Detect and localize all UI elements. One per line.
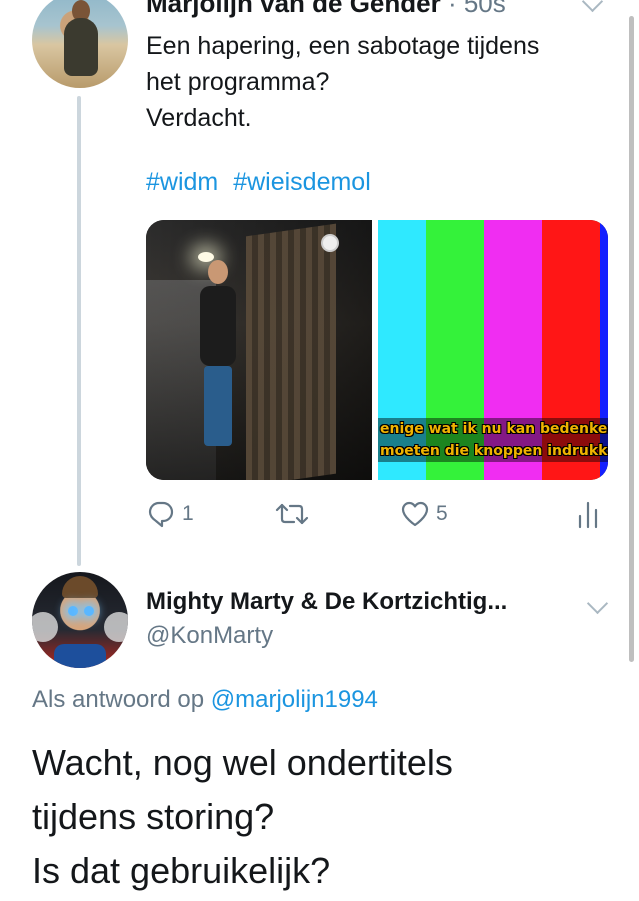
broadcaster-logo-icon [321, 234, 339, 252]
tweet-text-line: Verdacht. [146, 104, 252, 132]
reply-count: 1 [182, 502, 194, 525]
avatar-eye [84, 606, 94, 616]
hashtag-list: #widm #wieisdemol [146, 168, 371, 197]
avatar-hair [62, 576, 98, 598]
reply-prefix: Als antwoord op [32, 686, 205, 713]
retweet-button[interactable] [274, 496, 310, 532]
tweet-thread-view: Marjolijn van de Gender · 50s Een haperi… [0, 0, 639, 901]
like-count: 5 [436, 502, 448, 525]
tweet-text-line: tijdens storing? [32, 796, 275, 837]
tweet-text: Een hapering, een sabotage tijdens het p… [146, 28, 616, 136]
like-button[interactable]: 5 [400, 496, 448, 532]
retweet-icon [275, 503, 309, 525]
media-photo-corridor[interactable] [146, 220, 372, 480]
media-headlamp [198, 252, 214, 262]
tweet-text-line: Wacht, nog wel ondertitels [32, 742, 453, 783]
subtitle-line: enige wat ik nu kan bedenken i [378, 418, 608, 440]
reply-author-avatar[interactable] [32, 572, 128, 668]
reply-mention-link[interactable]: @marjolijn1994 [211, 686, 378, 713]
hashtag-link[interactable]: #wieisdemol [233, 168, 371, 196]
tweet-actions: 1 5 [146, 496, 616, 532]
thread-connector-line [77, 96, 81, 566]
reply-author-handle[interactable]: @KonMarty [146, 622, 273, 650]
chevron-down-icon[interactable] [586, 592, 609, 615]
tweet-text-line: Een hapering, een sabotage tijdens [146, 32, 540, 60]
reply-tweet-text: Wacht, nog wel ondertitels tijdens stori… [32, 736, 453, 898]
heart-icon [401, 501, 429, 527]
avatar-smoke [104, 612, 128, 642]
reply-context: Als antwoord op @marjolijn1994 [32, 686, 378, 714]
tweet-header: Marjolijn van de Gender · 50s [146, 0, 506, 19]
tweet-media[interactable]: enige wat ik nu kan bedenken i moeten di… [146, 220, 608, 480]
avatar-shirt [54, 644, 106, 668]
subtitle-line: moeten die knoppen indrukken [378, 440, 608, 462]
hashtag-link[interactable]: #widm [146, 168, 218, 196]
author-avatar[interactable] [32, 0, 128, 88]
media-door [246, 223, 336, 480]
media-subtitles: enige wat ik nu kan bedenken i moeten di… [378, 418, 608, 462]
stats-icon [578, 501, 598, 529]
author-name[interactable]: Marjolijn van de Gender [146, 0, 441, 18]
media-person-body [200, 286, 236, 366]
tweet-text-line: het programma? [146, 68, 330, 96]
tweet-text-line: Is dat gebruikelijk? [32, 850, 331, 891]
media-person-legs [204, 366, 232, 446]
avatar-eye [68, 606, 78, 616]
reply-author-name[interactable]: Mighty Marty & De Kortzichtig... [146, 588, 507, 616]
chevron-down-icon[interactable] [581, 0, 604, 13]
reply-icon [148, 501, 174, 528]
reply-button[interactable]: 1 [146, 496, 194, 532]
media-person-head [208, 260, 228, 284]
avatar-figure [64, 18, 98, 76]
tweet-timestamp[interactable]: · 50s [448, 0, 506, 18]
scrollbar[interactable] [629, 16, 634, 662]
avatar-smoke [32, 612, 58, 642]
stats-button[interactable] [576, 496, 600, 532]
